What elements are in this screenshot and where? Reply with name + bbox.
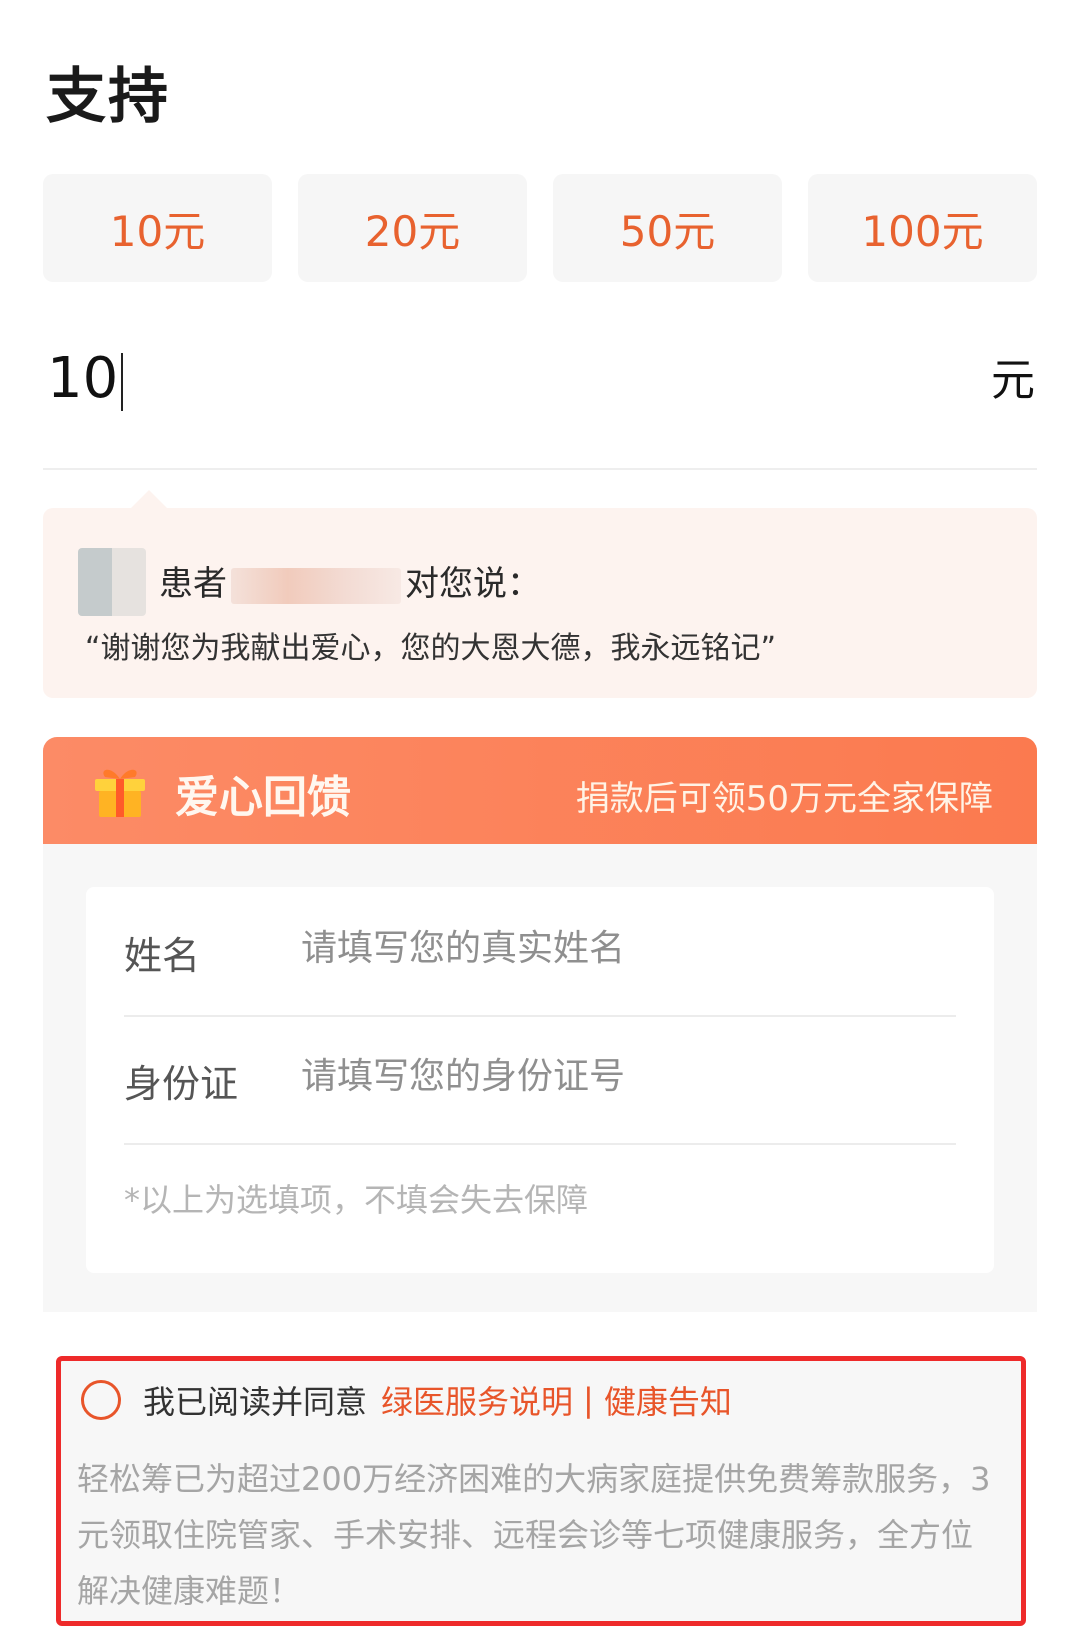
reward-header: 爱心回馈 捐款后可领50万元全家保障 — [43, 737, 1037, 844]
agree-radio-icon[interactable] — [81, 1380, 121, 1420]
amount-unit: 元 — [991, 355, 1035, 406]
agreement-line: 我已阅读并同意 绿医服务说明 | 健康告知 — [81, 1377, 732, 1423]
name-input[interactable] — [299, 921, 943, 975]
name-row: 姓名 — [124, 887, 956, 1017]
amount-input-row[interactable]: 10 元 — [43, 328, 1037, 470]
message-header: 患者 对您说： — [159, 556, 541, 605]
amount-input[interactable]: 10 — [47, 346, 124, 411]
page-title: 支持 — [46, 62, 170, 132]
reward-subtitle: 捐款后可领50万元全家保障 — [575, 779, 993, 819]
health-notice-link[interactable]: 健康告知 — [604, 1377, 732, 1423]
reward-card: 爱心回馈 捐款后可领50万元全家保障 姓名 身份证 *以上为选填项，不填会失去保… — [43, 737, 1037, 1312]
message-suffix: 对您说： — [405, 564, 541, 604]
reward-form: 姓名 身份证 *以上为选填项，不填会失去保障 — [86, 887, 994, 1273]
id-row: 身份证 — [124, 1015, 956, 1145]
amount-option-10[interactable]: 10元 — [43, 174, 272, 282]
id-label: 身份证 — [124, 1062, 239, 1106]
name-label: 姓名 — [124, 934, 201, 978]
form-note: *以上为选填项，不填会失去保障 — [124, 1181, 589, 1219]
amount-option-20[interactable]: 20元 — [298, 174, 527, 282]
link-separator: | — [583, 1381, 594, 1419]
patient-message-card: 患者 对您说： “谢谢您为我献出爱心，您的大恩大德，我永远铭记” — [43, 490, 1037, 698]
service-terms-link[interactable]: 绿医服务说明 — [381, 1377, 573, 1423]
amount-value-text: 10 — [47, 346, 119, 411]
agreement-text: 我已阅读并同意 — [143, 1383, 368, 1421]
gift-icon — [95, 769, 145, 817]
message-prefix: 患者 — [159, 564, 227, 604]
amount-option-50[interactable]: 50元 — [553, 174, 782, 282]
amount-options: 10元 20元 50元 100元 — [43, 174, 1037, 282]
message-quote: “谢谢您为我献出爱心，您的大恩大德，我永远铭记” — [85, 631, 777, 666]
id-input[interactable] — [299, 1049, 943, 1103]
agreement-section: 我已阅读并同意 绿医服务说明 | 健康告知 轻松筹已为超过200万经济困难的大病… — [56, 1356, 1026, 1626]
reward-title: 爱心回馈 — [175, 772, 351, 823]
agreement-description: 轻松筹已为超过200万经济困难的大病家庭提供免费筹款服务，3元领取住院管家、手术… — [77, 1460, 991, 1610]
text-caret — [121, 352, 124, 411]
avatar — [78, 548, 146, 616]
blurred-patient-name — [231, 567, 401, 604]
amount-option-100[interactable]: 100元 — [808, 174, 1037, 282]
